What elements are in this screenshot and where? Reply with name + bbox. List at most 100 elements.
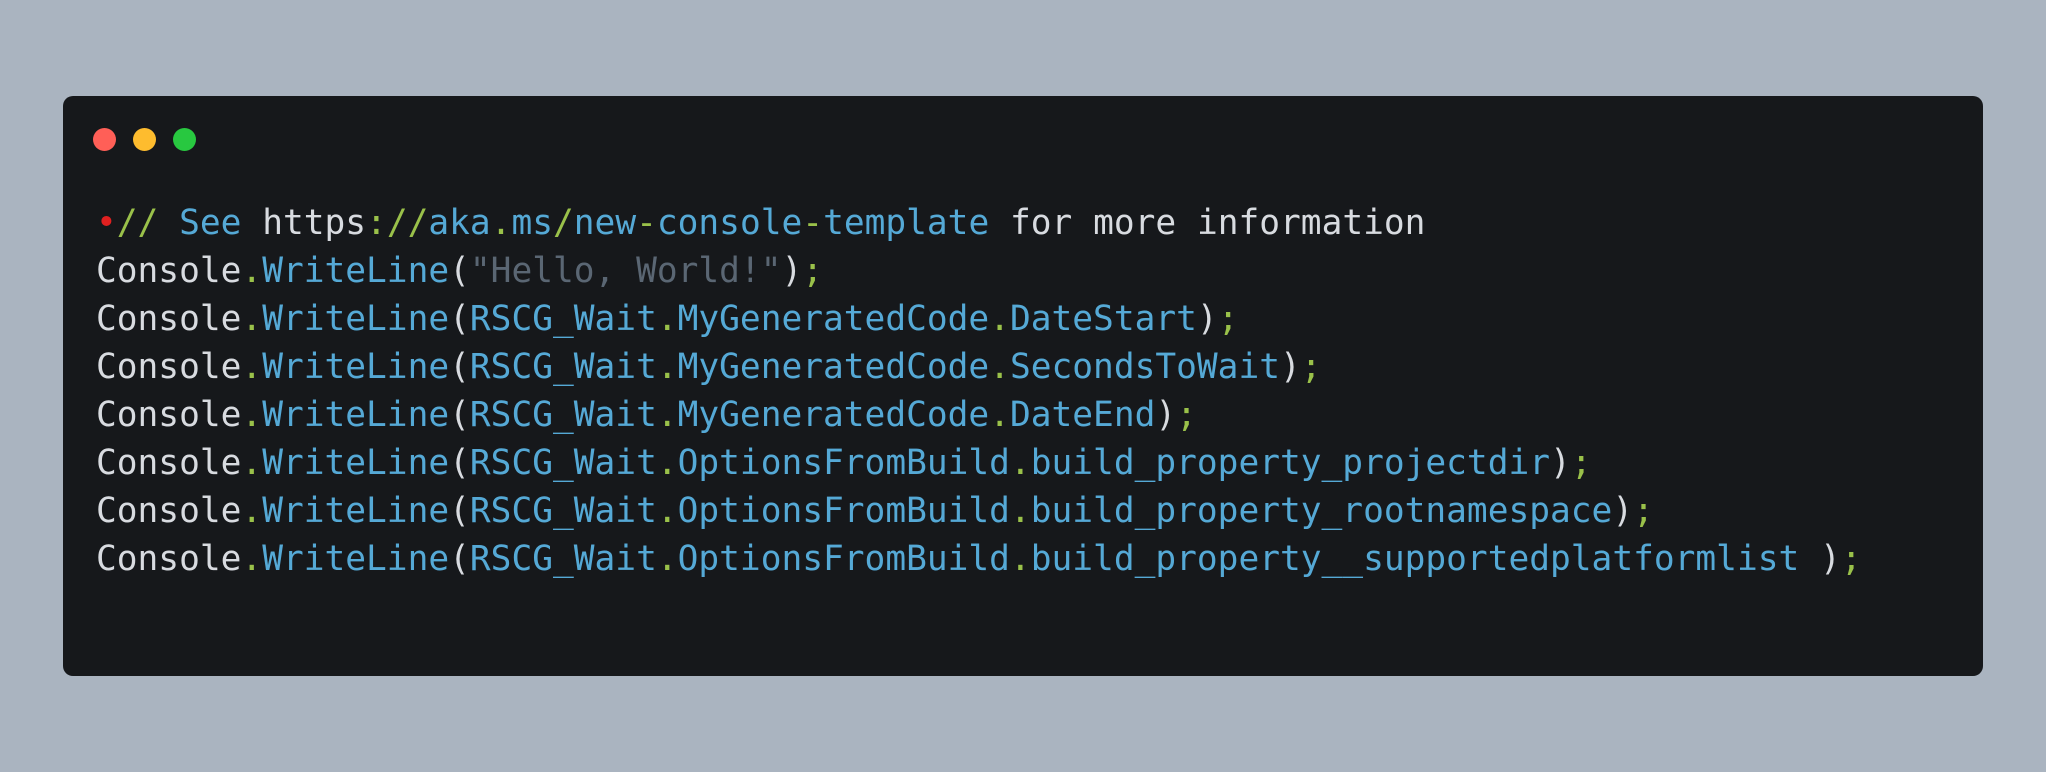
code-token: https bbox=[262, 203, 367, 243]
code-token: ( bbox=[449, 251, 470, 291]
code-token: . bbox=[656, 347, 678, 387]
close-window-icon[interactable] bbox=[93, 128, 116, 151]
code-block: •// See https://aka.ms/new-console-templ… bbox=[96, 199, 1862, 583]
code-line: Console.WriteLine("Hello, World!"); bbox=[96, 247, 1862, 295]
code-line: Console.WriteLine(RSCG_Wait.OptionsFromB… bbox=[96, 535, 1862, 583]
code-token: "Hello, World!" bbox=[469, 251, 782, 291]
code-token: :// bbox=[366, 203, 429, 243]
code-token: ( bbox=[449, 395, 470, 435]
code-token: WriteLine bbox=[262, 347, 450, 387]
code-token: build_property_rootnamespace bbox=[1030, 491, 1613, 531]
code-token: . bbox=[656, 299, 678, 339]
code-token: . bbox=[656, 443, 678, 483]
code-token: . bbox=[656, 395, 678, 435]
code-token: SecondsToWait bbox=[1009, 347, 1280, 387]
code-token: Console bbox=[96, 251, 242, 291]
code-token: Console bbox=[96, 539, 242, 579]
code-token: ; bbox=[1300, 347, 1322, 387]
code-token: . bbox=[241, 491, 263, 531]
code-token: ) bbox=[781, 251, 803, 291]
code-token: Console bbox=[96, 299, 242, 339]
code-token: OptionsFromBuild bbox=[677, 539, 1010, 579]
code-token: DateStart bbox=[1009, 299, 1197, 339]
code-token: . bbox=[1009, 539, 1031, 579]
code-token: - bbox=[802, 203, 824, 243]
code-token: . bbox=[1009, 443, 1031, 483]
code-line: Console.WriteLine(RSCG_Wait.MyGeneratedC… bbox=[96, 295, 1862, 343]
code-token: ) bbox=[1550, 443, 1571, 483]
code-token: RSCG_Wait bbox=[469, 395, 657, 435]
code-token: Console bbox=[96, 491, 242, 531]
code-token: . bbox=[989, 299, 1010, 339]
code-token: . bbox=[656, 491, 678, 531]
code-token: ( bbox=[449, 299, 470, 339]
code-token: . bbox=[989, 395, 1010, 435]
code-token: ) bbox=[1799, 539, 1841, 579]
code-token: WriteLine bbox=[262, 299, 450, 339]
code-token: aka bbox=[428, 203, 491, 243]
code-token: . bbox=[656, 539, 678, 579]
code-window: •// See https://aka.ms/new-console-templ… bbox=[63, 96, 1983, 676]
code-token: . bbox=[241, 539, 263, 579]
code-token: . bbox=[241, 299, 263, 339]
code-token: new bbox=[573, 203, 637, 243]
code-token: . bbox=[241, 443, 263, 483]
code-line: Console.WriteLine(RSCG_Wait.OptionsFromB… bbox=[96, 487, 1862, 535]
code-token: ( bbox=[449, 491, 470, 531]
code-token: ( bbox=[449, 443, 470, 483]
code-token: . bbox=[1009, 491, 1031, 531]
code-token: MyGeneratedCode bbox=[677, 347, 990, 387]
code-line: Console.WriteLine(RSCG_Wait.MyGeneratedC… bbox=[96, 343, 1862, 391]
code-token: template bbox=[823, 203, 990, 243]
code-token: OptionsFromBuild bbox=[677, 443, 1010, 483]
code-token: MyGeneratedCode bbox=[677, 299, 990, 339]
code-line: Console.WriteLine(RSCG_Wait.OptionsFromB… bbox=[96, 439, 1862, 487]
code-token: build_property__supportedplatformlist bbox=[1030, 539, 1800, 579]
code-token: RSCG_Wait bbox=[469, 347, 657, 387]
code-token: . bbox=[989, 347, 1010, 387]
code-token: WriteLine bbox=[262, 395, 450, 435]
code-token: ; bbox=[1633, 491, 1654, 531]
line-marker: • bbox=[96, 203, 117, 243]
code-token: ; bbox=[1217, 299, 1239, 339]
code-token: WriteLine bbox=[262, 251, 450, 291]
code-token: ( bbox=[449, 539, 470, 579]
code-token: Console bbox=[96, 347, 242, 387]
code-token: for more information bbox=[989, 203, 1426, 243]
code-token: ; bbox=[1176, 395, 1197, 435]
code-token: RSCG_Wait bbox=[469, 299, 657, 339]
code-token: . bbox=[241, 251, 263, 291]
code-token: - bbox=[636, 203, 657, 243]
code-token: OptionsFromBuild bbox=[677, 491, 1010, 531]
code-token: . bbox=[241, 347, 263, 387]
code-token: console bbox=[656, 203, 803, 243]
maximize-window-icon[interactable] bbox=[173, 128, 196, 151]
code-token: ; bbox=[1570, 443, 1592, 483]
code-token: MyGeneratedCode bbox=[677, 395, 990, 435]
code-token: WriteLine bbox=[262, 491, 450, 531]
code-token: RSCG_Wait bbox=[469, 443, 657, 483]
code-token: . bbox=[490, 203, 512, 243]
code-token: ) bbox=[1155, 395, 1177, 435]
code-token: RSCG_Wait bbox=[469, 491, 657, 531]
code-token: ) bbox=[1612, 491, 1634, 531]
code-token: ) bbox=[1280, 347, 1301, 387]
code-token: ; bbox=[802, 251, 824, 291]
code-token: DateEnd bbox=[1009, 395, 1156, 435]
code-token: ( bbox=[449, 347, 470, 387]
code-token: WriteLine bbox=[262, 443, 450, 483]
code-line: •// See https://aka.ms/new-console-templ… bbox=[96, 199, 1862, 247]
code-token: // bbox=[116, 203, 159, 243]
code-token: Console bbox=[96, 395, 242, 435]
minimize-window-icon[interactable] bbox=[133, 128, 156, 151]
code-token: / bbox=[553, 203, 574, 243]
code-token: RSCG_Wait bbox=[469, 539, 657, 579]
code-token: WriteLine bbox=[262, 539, 450, 579]
code-token: Console bbox=[96, 443, 242, 483]
code-token: ; bbox=[1840, 539, 1862, 579]
code-token: build_property_projectdir bbox=[1030, 443, 1551, 483]
code-token: ms bbox=[511, 203, 553, 243]
code-token: See bbox=[158, 203, 263, 243]
code-line: Console.WriteLine(RSCG_Wait.MyGeneratedC… bbox=[96, 391, 1862, 439]
code-token: . bbox=[241, 395, 263, 435]
